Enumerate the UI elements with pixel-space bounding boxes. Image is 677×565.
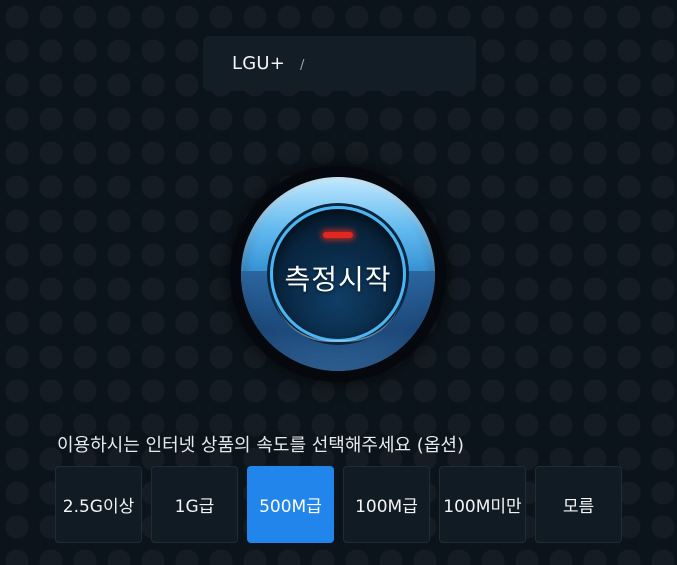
- speed-option-2-5g-plus[interactable]: 2.5G이상: [55, 466, 142, 543]
- speed-option-under-100m[interactable]: 100M미만: [439, 466, 526, 543]
- start-test-button[interactable]: 측정시작: [230, 166, 446, 382]
- isp-name: LGU+: [232, 53, 286, 74]
- speed-option-100m[interactable]: 100M급: [343, 466, 430, 543]
- status-led-indicator: [323, 232, 353, 238]
- speed-option-1g[interactable]: 1G급: [151, 466, 238, 543]
- speed-option-unknown[interactable]: 모름: [535, 466, 622, 543]
- speed-selection-prompt: 이용하시는 인터넷 상품의 속도를 선택해주세요 (옵션): [57, 435, 464, 456]
- start-button-label: 측정시작: [284, 263, 392, 296]
- isp-info-bar: LGU+ /: [203, 36, 476, 91]
- speed-option-group: 2.5G이상 1G급 500M급 100M급 100M미만 모름: [55, 466, 622, 543]
- speed-option-500m[interactable]: 500M급: [247, 466, 334, 543]
- isp-separator: /: [300, 58, 305, 73]
